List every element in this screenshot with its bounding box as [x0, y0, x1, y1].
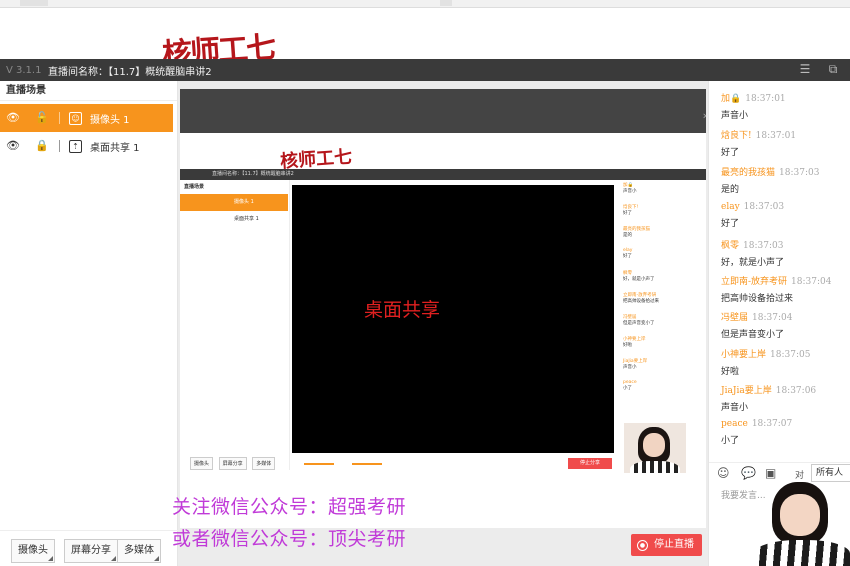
- scene-label: 桌面共享 1: [90, 142, 140, 154]
- camera-button[interactable]: 摄像头: [11, 539, 55, 563]
- nested-chat-msg: 冯壁届 但是声音变小了: [623, 315, 655, 326]
- divider: [59, 112, 60, 124]
- nested-chat-msg: 加🔒 声音小: [623, 183, 637, 194]
- lock-icon[interactable]: 🔓: [35, 111, 49, 125]
- webcam-overlay: [750, 478, 850, 566]
- nested-chat-msg: elay 好了: [623, 248, 633, 259]
- nested-camera-button: 摄像头: [190, 457, 214, 470]
- chat-message: JiaJia要上岸 18:37:06 声音小: [721, 386, 817, 413]
- scene-panel-header: 直播场景: [0, 81, 177, 101]
- nested-webcam-preview: [624, 423, 686, 473]
- menu-icon[interactable]: ☰: [798, 63, 812, 76]
- scene-item-camera[interactable]: 👁 🔓 ☺ 摄像头 1: [0, 104, 173, 132]
- browser-tab-2[interactable]: [440, 0, 452, 6]
- chat-message: 小神要上岸 18:37:05 好啦: [721, 350, 811, 377]
- chat-message: 最亮的我孩猫 18:37:03 是的: [721, 168, 820, 195]
- nested-chat-msg: 焓良下! 好了: [623, 205, 639, 216]
- share-scene-icon: ⇡: [69, 139, 82, 153]
- nested-chat: 加🔒 声音小 焓良下! 好了 最亮的我孩猫 是的 elay 好了 枫零 好，就是小声了 立…: [620, 182, 706, 422]
- window-icon[interactable]: ⧉: [826, 63, 840, 76]
- chevron-right-icon[interactable]: ›: [703, 109, 707, 122]
- nested-chat-msg: 小神要上岸 好啦: [623, 337, 646, 348]
- desktop-share-label: 桌面共享: [364, 299, 441, 321]
- nested-media-button: 多媒体: [252, 457, 276, 470]
- eye-icon[interactable]: 👁: [6, 139, 20, 153]
- nested-chat-msg: 最亮的我孩猫 是的: [623, 227, 650, 238]
- nested-stop-share: 停止分享: [568, 458, 612, 469]
- source-button-row: 摄像头 屏幕分享 多媒体: [0, 530, 178, 566]
- browser-strip: [0, 0, 850, 8]
- divider: [59, 140, 60, 152]
- nested-scene-header: 直播场景: [184, 184, 205, 190]
- nested-scene-camera: 摄像头 1: [180, 194, 288, 211]
- lock-icon[interactable]: 🔒: [35, 139, 49, 153]
- chat-message: 枫零 18:37:03 好，就是小声了: [721, 241, 785, 268]
- version-label: V 3.1.1: [6, 64, 42, 76]
- room-title: 直播间名称：【11.7】概统醒脑串讲2: [48, 66, 212, 78]
- chat-message: 加🔒 18:37:01 声音小: [721, 94, 786, 121]
- promo-line-1: 关注微信公众号：超强考研: [172, 496, 407, 518]
- nested-volume-slider: [352, 463, 382, 465]
- nested-title-bar: 直播间名称：【11.7】概统醒脑串讲2: [180, 169, 706, 180]
- scene-label: 摄像头 1: [90, 114, 130, 126]
- emoji-icon[interactable]: ☺: [717, 466, 731, 480]
- nested-buttons: 摄像头 屏幕分享 多媒体: [190, 457, 279, 470]
- stop-icon: ●: [637, 540, 648, 551]
- desktop-share-view: 桌面共享: [292, 185, 614, 453]
- browser-tab[interactable]: [20, 0, 48, 6]
- chat-message: 冯壁届 18:37:04 但是声音变小了: [721, 313, 793, 340]
- nested-chat-msg: 枫零 好，就是小声了: [623, 271, 655, 282]
- chat-message: 焓良下! 18:37:01 好了: [721, 131, 797, 158]
- chat-message: 立即南-放弃考研 18:37:04 把高帅设备拾过来: [721, 277, 832, 304]
- screen-share-button[interactable]: 屏幕分享: [64, 539, 118, 563]
- nested-scene-share: 桌面共享 1: [234, 216, 259, 222]
- nested-scene-panel: 直播场景 摄像头 1 桌面共享 1: [180, 180, 290, 470]
- nested-chat-msg: peace 小了: [623, 380, 637, 391]
- eye-icon[interactable]: 👁: [6, 111, 20, 125]
- nested-chat-msg: JiaJia要上岸 声音小: [623, 359, 648, 370]
- chat-message: peace 18:37:07 小了: [721, 419, 793, 446]
- stage-banner: [180, 89, 706, 133]
- stop-live-button[interactable]: ● 停止直播: [631, 534, 702, 556]
- camera-scene-icon: ☺: [69, 111, 82, 125]
- nested-mic-slider: [304, 463, 334, 465]
- chat-message: elay 18:37:03 好了: [721, 202, 785, 229]
- scene-item-desktop-share[interactable]: 👁 🔒 ⇡ 桌面共享 1: [0, 132, 173, 160]
- scene-panel: 直播场景 👁 🔓 ☺ 摄像头 1 👁 🔒 ⇡ 桌面共享 1 摄像头 屏幕分享 多…: [0, 81, 178, 566]
- multimedia-button[interactable]: 多媒体: [117, 539, 161, 563]
- nested-screen-button: 屏幕分享: [218, 457, 247, 470]
- promo-line-2: 或者微信公众号：顶尖考研: [172, 528, 407, 550]
- shared-screen: 核师工七 直播间名称：【11.7】概统醒脑串讲2 直播场景 摄像头 1 桌面共享…: [180, 133, 706, 528]
- title-bar: V 3.1.1 直播间名称：【11.7】概统醒脑串讲2 ☰ ⧉: [0, 59, 850, 81]
- nested-chat-msg: 立即南-放弃考研 把高帅设备拾过来: [623, 293, 659, 304]
